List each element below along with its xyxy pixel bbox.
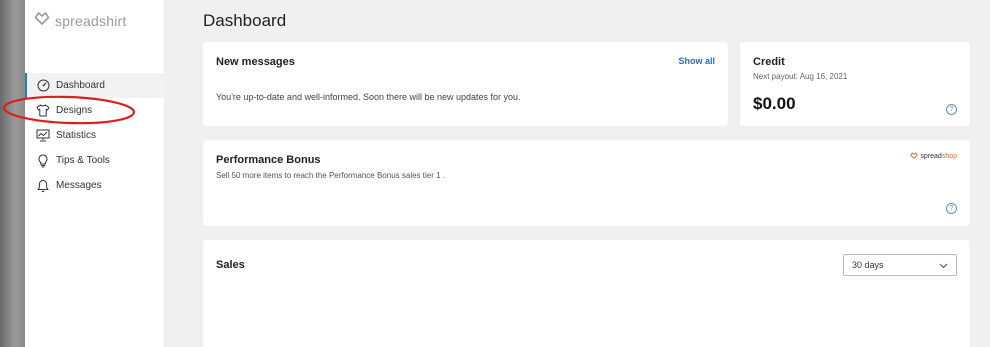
show-all-link[interactable]: Show all [678,56,715,66]
spreadshop-heart-icon [910,152,919,161]
bell-icon [36,179,50,193]
sidebar-item-label: Statistics [56,130,97,141]
spreadshop-text-a: spread [920,153,942,160]
lightbulb-icon [36,153,50,168]
sidebar-item-label: Designs [56,105,93,116]
sidebar-item-designs[interactable]: Designs [25,98,164,123]
tshirt-icon [36,104,50,118]
sidebar-item-label: Tips & Tools [56,155,110,166]
spreadshop-text-b: shop [941,153,957,160]
next-payout-text: Next payout: Aug 16, 2021 [753,72,848,81]
performance-bonus-card: Performance Bonus Sell 50 more items to … [203,140,970,226]
sidebar-item-tips-tools[interactable]: Tips & Tools [25,148,164,173]
help-question-icon[interactable]: ? [946,203,957,214]
sidebar-nav: Dashboard Designs Statistics Tips & Tool… [25,73,164,198]
performance-bonus-text: Sell 50 more items to reach the Performa… [216,171,445,180]
sidebar: spreadshirt Dashboard Designs Statistics… [25,0,164,347]
chart-monitor-icon [36,129,50,143]
brand-logo[interactable]: spreadshirt [34,11,126,30]
credit-card: Credit Next payout: Aug 16, 2021 $0.00 ? [740,42,970,126]
page-title: Dashboard [203,11,287,30]
brand-name: spreadshirt [55,12,127,29]
sidebar-item-label: Messages [56,180,102,191]
help-question-icon[interactable]: ? [946,104,957,115]
credit-title: Credit [753,56,785,68]
new-messages-card: New messages Show all You're up-to-date … [203,42,728,126]
messages-status-text: You're up-to-date and well-informed. Soo… [216,92,521,102]
sales-range-select[interactable]: 30 days [843,254,957,276]
performance-bonus-title: Performance Bonus [216,154,321,166]
sales-title: Sales [216,259,245,271]
spreadshirt-logo-icon [34,11,50,30]
sales-range-value: 30 days [852,260,884,270]
sidebar-item-messages[interactable]: Messages [25,173,164,198]
new-messages-title: New messages [216,56,295,68]
credit-amount: $0.00 [753,94,796,113]
chevron-down-icon [939,256,948,274]
sidebar-item-statistics[interactable]: Statistics [25,123,164,148]
spreadshop-logo: spreadshop [910,152,957,161]
sales-card: Sales 30 days [203,240,970,347]
sidebar-item-label: Dashboard [56,80,105,91]
dashboard-gauge-icon [36,79,50,93]
sidebar-item-dashboard[interactable]: Dashboard [25,73,164,98]
left-edge-strip [0,0,25,347]
